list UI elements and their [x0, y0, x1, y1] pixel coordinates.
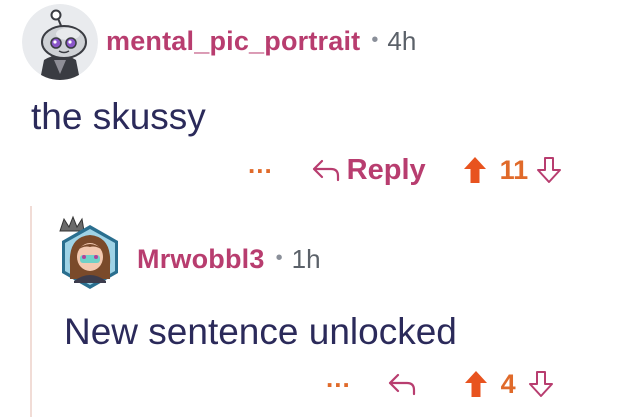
upvote-arrow-icon[interactable] — [463, 369, 489, 399]
more-options-icon[interactable]: ... — [248, 151, 273, 177]
comment-actions: ... Reply 11 — [248, 150, 564, 190]
separator-dot: • — [371, 29, 379, 51]
reply-label: Reply — [346, 153, 426, 186]
separator-dot: • — [275, 247, 283, 269]
downvote-arrow-icon[interactable] — [534, 155, 564, 185]
username[interactable]: mental_pic_portrait — [106, 26, 360, 57]
score: 11 — [499, 154, 529, 185]
comment-meta: mental_pic_portrait • 4h — [106, 26, 416, 57]
reply-button[interactable]: Reply — [311, 154, 426, 187]
reply-arrow-icon — [311, 157, 341, 183]
score: 4 — [500, 368, 516, 399]
snoo-avatar-icon[interactable] — [22, 4, 98, 80]
anime-girl-avatar-icon[interactable] — [56, 215, 124, 291]
comment-actions: ... 4 — [326, 364, 556, 404]
downvote-arrow-icon[interactable] — [526, 369, 556, 399]
timestamp: 1h — [291, 244, 321, 274]
comment-body: New sentence unlocked — [64, 311, 457, 352]
upvote-arrow-icon[interactable] — [462, 155, 488, 185]
reply-arrow-icon — [387, 371, 417, 397]
reply-button[interactable] — [387, 371, 417, 397]
more-options-icon[interactable]: ... — [326, 365, 351, 391]
comment-meta: Mrwobbl3 • 1h — [137, 244, 321, 275]
comment-body: the skussy — [31, 96, 206, 137]
username[interactable]: Mrwobbl3 — [137, 244, 265, 275]
timestamp: 4h — [387, 26, 417, 56]
thread-line[interactable] — [30, 206, 32, 417]
